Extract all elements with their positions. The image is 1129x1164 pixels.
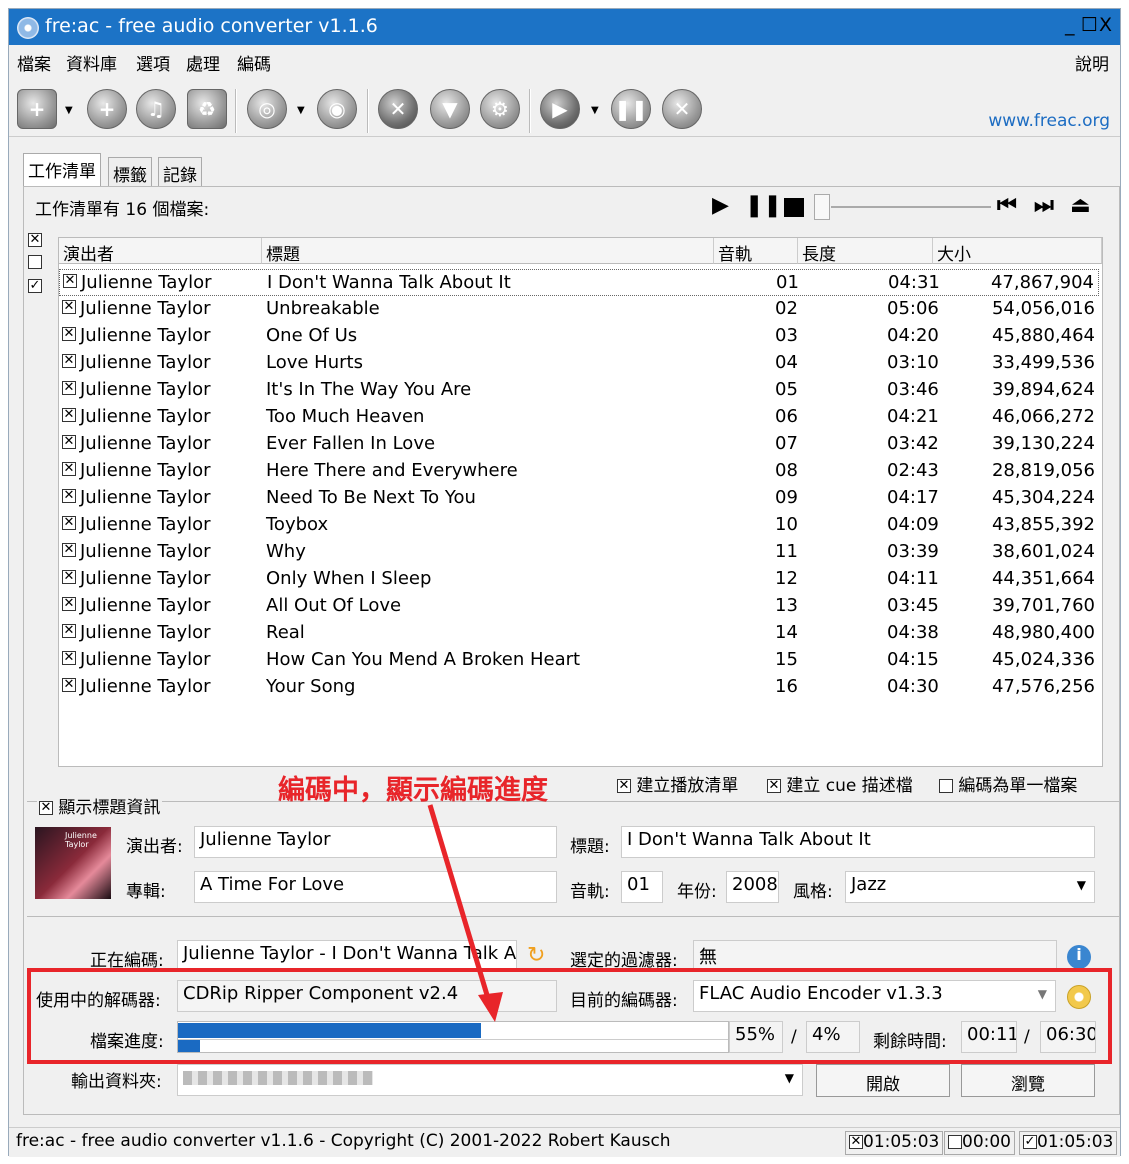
annotation-highlight-box (27, 968, 1112, 1064)
